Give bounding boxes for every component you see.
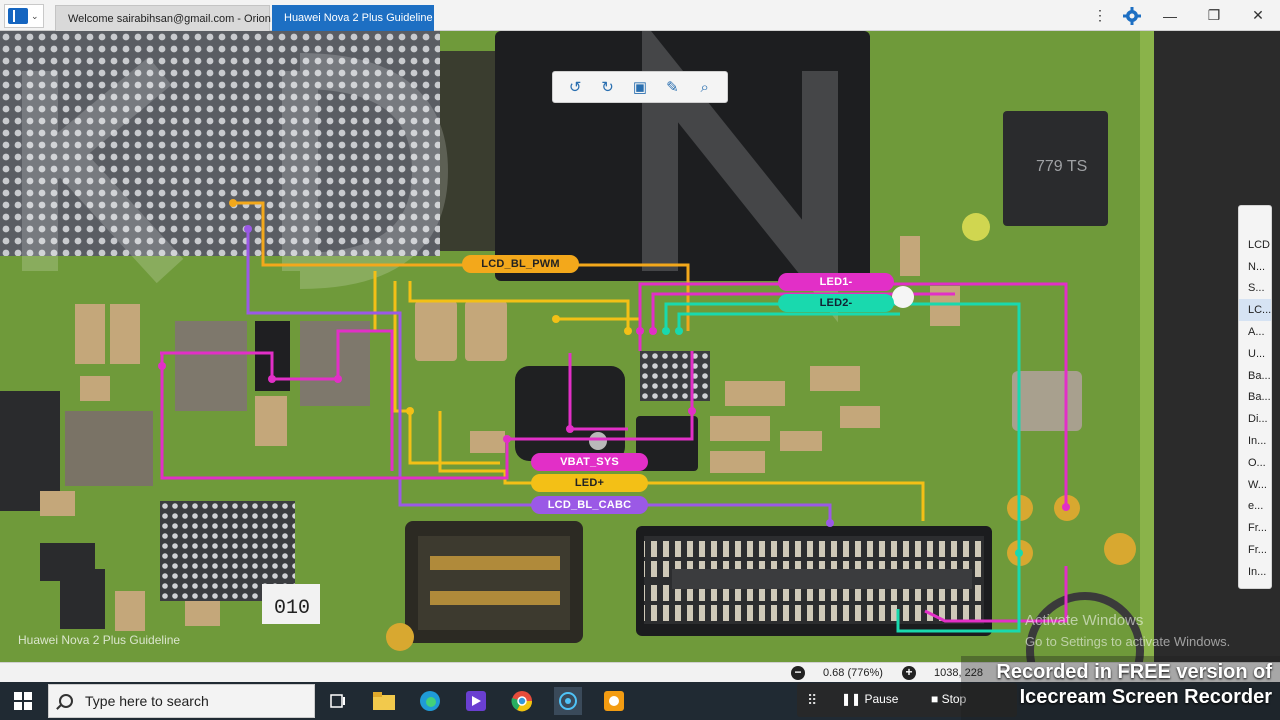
recorder-app-icon[interactable]	[600, 687, 628, 715]
list-item[interactable]: LCD	[1239, 234, 1271, 256]
file-explorer-icon[interactable]	[370, 687, 398, 715]
list-item[interactable]: N...	[1239, 256, 1271, 278]
app-menu-button[interactable]: ⌄	[4, 4, 44, 28]
chevron-down-icon: ⌄	[31, 10, 39, 21]
activate-windows-title: Activate Windows	[1025, 612, 1144, 629]
list-item[interactable]: In...	[1239, 561, 1271, 583]
list-item[interactable]: O...	[1239, 452, 1271, 474]
list-item-selected[interactable]: LC...	[1239, 299, 1271, 322]
list-item[interactable]: Fr...	[1239, 539, 1271, 561]
list-item[interactable]: Ba...	[1239, 387, 1271, 409]
list-item[interactable]: Ba...	[1239, 365, 1271, 387]
net-label-lcd-bl-pwm[interactable]: LCD_BL_PWM	[462, 255, 579, 273]
list-item[interactable]: U...	[1239, 343, 1271, 365]
edge-browser-icon[interactable]	[416, 687, 444, 715]
title-bar: ⌄ Welcome sairabihsan@gmail.com - Orion …	[0, 0, 1280, 31]
watermark-line2: Icecream Screen Recorder	[1019, 686, 1272, 708]
minimize-icon[interactable]: —	[1148, 0, 1192, 31]
net-label-led1[interactable]: LED1-	[778, 273, 894, 291]
search-icon[interactable]: ⌕	[694, 76, 716, 98]
tab-label: Huawei Nova 2 Plus Guideline	[284, 12, 433, 24]
drag-handle-icon[interactable]: ⠿	[807, 692, 817, 709]
fit-screen-icon[interactable]: ▣	[629, 76, 651, 98]
list-item[interactable]: W...	[1239, 474, 1271, 496]
zoom-out-button[interactable]: −	[791, 666, 805, 680]
pcb-image: 779 TS 010	[0, 31, 1280, 662]
list-item[interactable]: S...	[1239, 278, 1271, 300]
list-item[interactable]: In...	[1239, 430, 1271, 452]
watermark-line1: Recorded in FREE version of	[996, 661, 1272, 683]
list-item[interactable]: Fr...	[1239, 517, 1271, 539]
net-label-led2[interactable]: LED2-	[778, 294, 894, 312]
taskbar-search-box[interactable]: Type here to search	[48, 684, 315, 718]
recorder-watermark: Recorded in FREE version of Icecream Scr…	[961, 656, 1280, 720]
tab-welcome[interactable]: Welcome sairabihsan@gmail.com - Orion	[55, 5, 271, 31]
task-view-icon[interactable]	[324, 687, 352, 715]
view-toolbar: ↺ ↻ ▣ ✎ ⌕	[552, 71, 728, 103]
windows-start-icon[interactable]	[0, 682, 46, 720]
pause-button[interactable]: ❚❚ Pause	[841, 692, 898, 706]
search-icon	[59, 694, 73, 708]
board-caption: Huawei Nova 2 Plus Guideline	[18, 633, 181, 647]
orion-app-icon[interactable]	[554, 687, 582, 715]
pad-label: 010	[274, 597, 310, 620]
restore-icon[interactable]: ❐	[1192, 0, 1236, 31]
activate-windows-hint: Go to Settings to activate Windows.	[1025, 634, 1231, 649]
board-view[interactable]: 779 TS 010 ↺ ↻ ▣ ✎ ⌕	[0, 31, 1280, 662]
close-icon[interactable]: ✕	[1236, 0, 1280, 31]
search-placeholder: Type here to search	[85, 693, 209, 709]
net-label-lcd-bl-cabc[interactable]: LCD_BL_CABC	[531, 496, 648, 514]
list-item[interactable]: e...	[1239, 496, 1271, 518]
list-item[interactable]: A...	[1239, 321, 1271, 343]
chip-marking: 779 TS	[1036, 158, 1087, 175]
rotate-right-icon[interactable]: ↻	[597, 76, 619, 98]
rotate-left-icon[interactable]: ↺	[564, 76, 586, 98]
app-logo-icon	[8, 8, 28, 24]
zoom-in-button[interactable]: +	[902, 666, 916, 680]
brush-icon[interactable]: ✎	[661, 76, 683, 98]
tab-guideline[interactable]: Huawei Nova 2 Plus Guideline	[272, 5, 434, 31]
component-side-list: LCD N... S... LC... A... U... Ba... Ba..…	[1238, 205, 1272, 589]
chrome-icon[interactable]	[508, 687, 536, 715]
net-label-led-plus[interactable]: LED+	[531, 474, 648, 492]
media-app-icon[interactable]	[462, 687, 490, 715]
app-window: ⌄ Welcome sairabihsan@gmail.com - Orion …	[0, 0, 1280, 720]
list-item[interactable]: Di...	[1239, 408, 1271, 430]
tab-label: Welcome sairabihsan@gmail.com - Orion	[68, 12, 271, 25]
net-label-vbat-sys[interactable]: VBAT_SYS	[531, 453, 648, 471]
zoom-level: 0.68 (776%)	[823, 667, 883, 679]
pause-label: Pause	[864, 692, 899, 706]
